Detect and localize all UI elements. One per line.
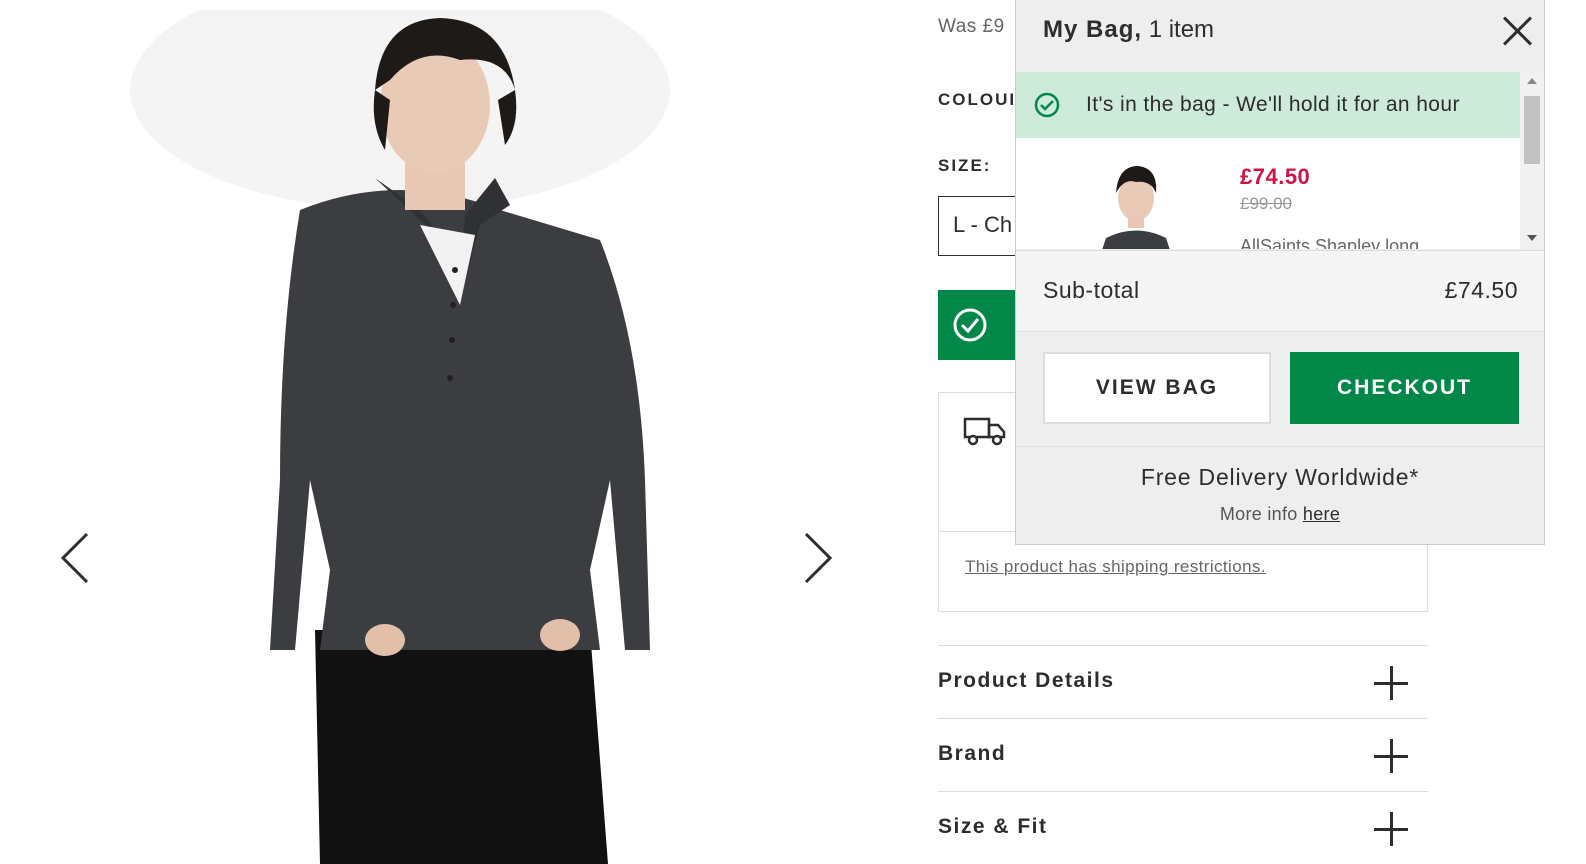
mini-bag-panel: My Bag, 1 item It's in the bag - We'll h… [1015,0,1545,545]
subtotal-value: £74.50 [1444,277,1518,303]
plus-icon [1374,812,1408,846]
size-label: SIZE: [938,156,992,175]
shipping-restrictions-link[interactable]: This product has shipping restrictions. [965,557,1266,577]
product-image [120,10,680,864]
accordion-label: Product Details [938,669,1115,692]
colour-label: COLOUI [938,90,1017,109]
accordion-size-fit[interactable]: Size & Fit [938,791,1428,864]
product-gallery [0,0,900,864]
bag-title-label: My Bag, [1043,16,1143,43]
more-info-link[interactable]: here [1303,504,1340,524]
accordion-label: Brand [938,742,1007,765]
chevron-right-icon [804,532,833,584]
check-circle-icon [1034,92,1060,118]
more-info: More info here [1016,504,1544,525]
scrollbar-thumb[interactable] [1524,96,1540,164]
view-bag-button[interactable]: VIEW BAG [1043,352,1271,424]
plus-icon [1374,666,1408,700]
bag-item-was-price: £99.00 [1240,194,1292,213]
free-delivery-text: Free Delivery Worldwide* [1140,464,1420,490]
truck-icon [963,417,1006,446]
subtotal-label: Sub-total [1043,277,1140,303]
checkout-button[interactable]: CHECKOUT [1290,352,1519,424]
divider [1016,446,1544,447]
bag-items-list[interactable]: It's in the bag - We'll hold it for an h… [1016,72,1544,249]
bag-item-thumbnail[interactable] [1086,158,1186,249]
subtotal-row: Sub-total £74.50 [1016,250,1544,332]
scroll-down-icon[interactable] [1527,235,1537,241]
bag-item-price: £74.50 [1240,164,1311,189]
close-icon[interactable] [1500,14,1534,48]
accordion-label: Size & Fit [938,815,1048,838]
bag-item-count: 1 item [1148,16,1215,43]
previous-image-button[interactable] [55,530,95,586]
held-notice: It's in the bag - We'll hold it for an h… [1016,72,1520,138]
next-image-button[interactable] [798,530,838,586]
was-price: Was £9 [938,16,1005,37]
bag-title: My Bag, 1 item [1043,16,1214,44]
check-circle-icon [953,308,987,342]
held-message: It's in the bag - We'll hold it for an h… [1086,93,1460,116]
scroll-up-icon[interactable] [1527,78,1537,84]
accordion-brand[interactable]: Brand [938,718,1428,791]
plus-icon [1374,739,1408,773]
scrollbar[interactable] [1520,72,1544,249]
accordion-product-details[interactable]: Product Details [938,645,1428,718]
more-info-prefix: More info [1219,504,1303,524]
bag-item-name[interactable]: AllSaints Shapley long [1240,236,1419,249]
chevron-left-icon [60,532,89,584]
